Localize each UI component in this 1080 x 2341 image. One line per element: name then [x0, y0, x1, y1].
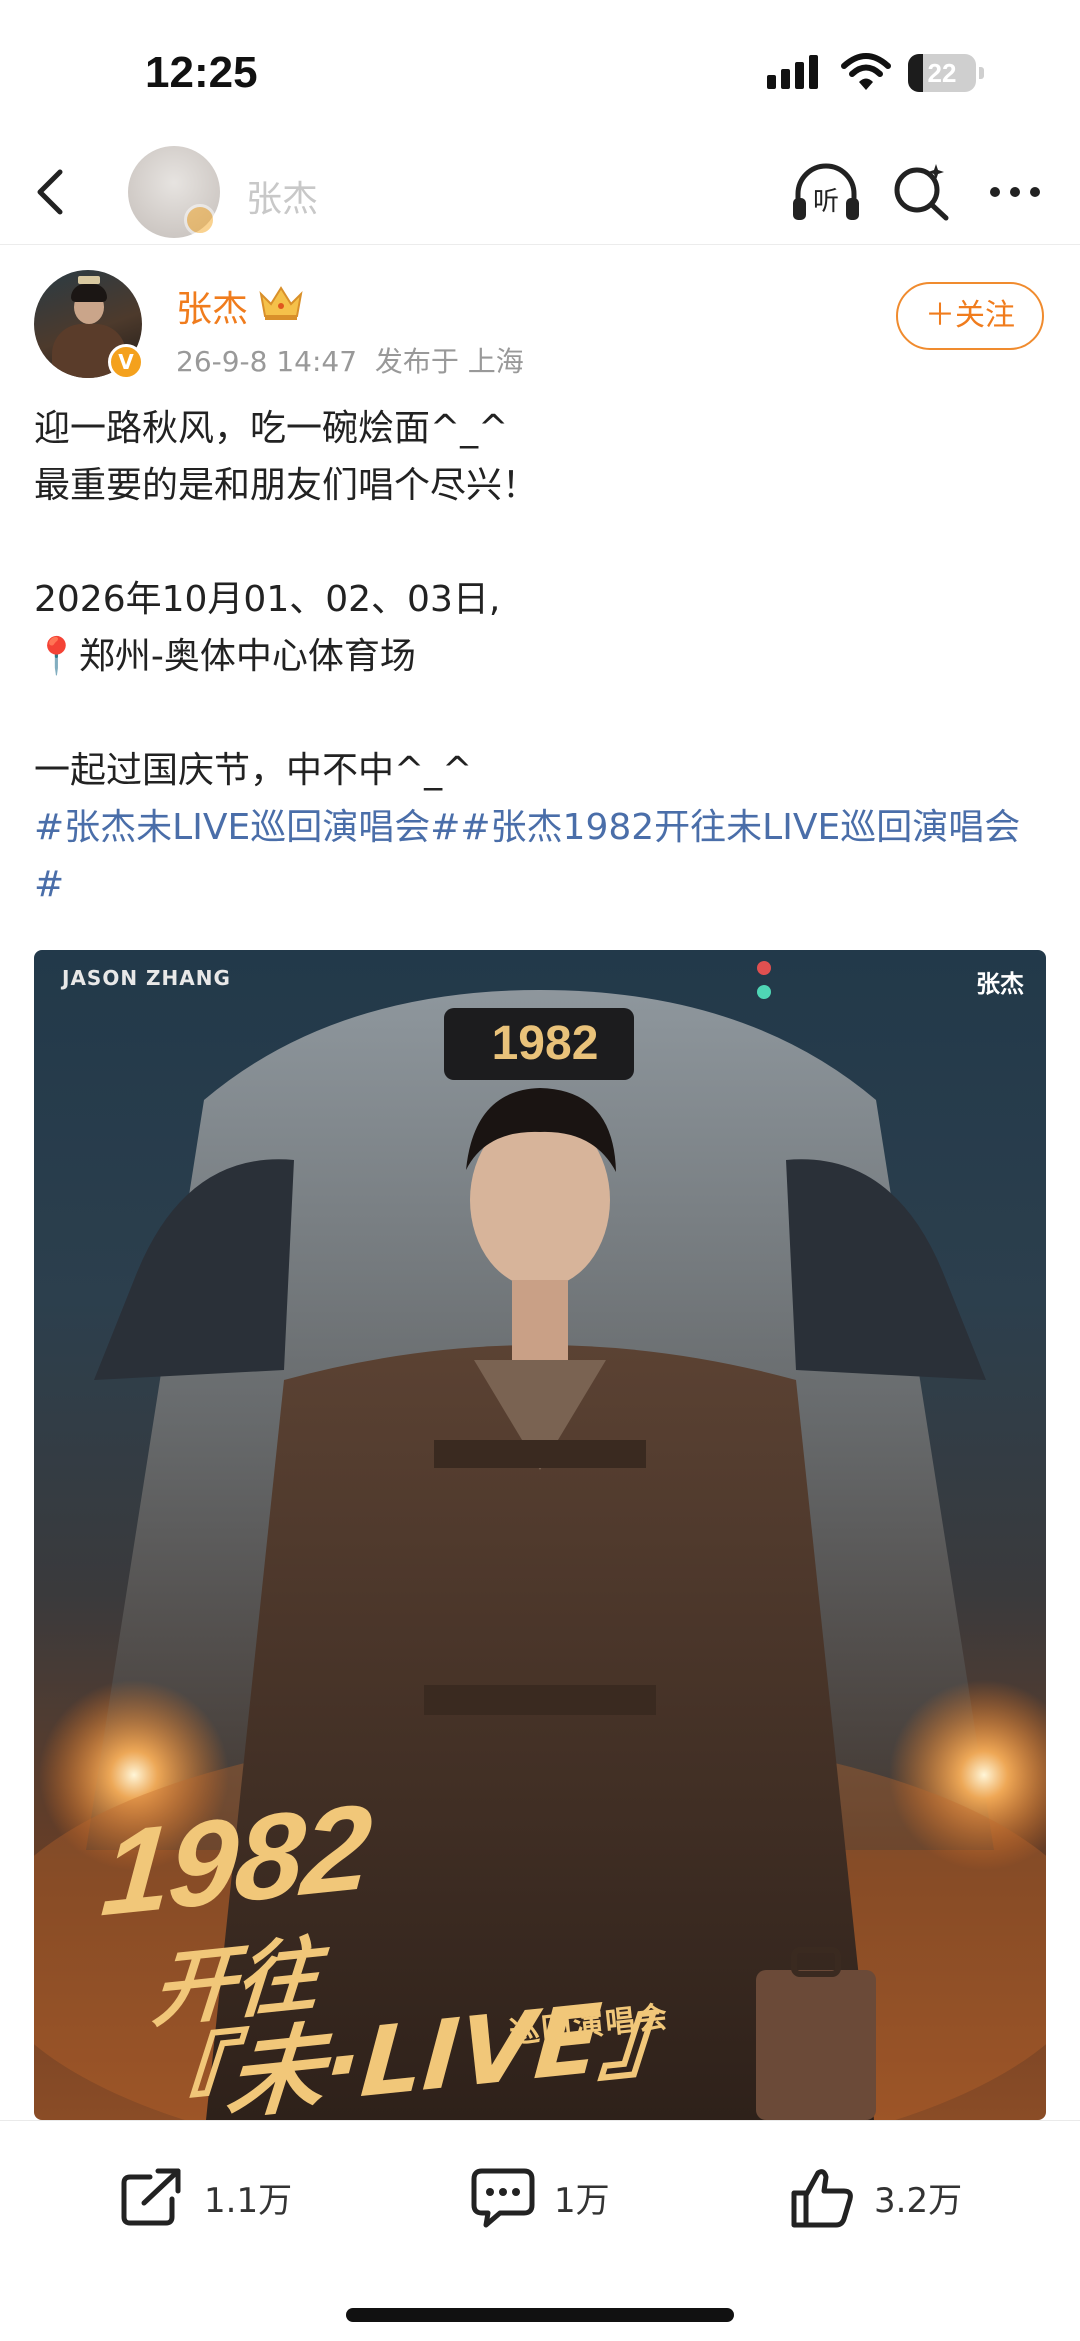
post-line: 最重要的是和朋友们唱个尽兴！: [34, 465, 539, 506]
thumbs-up-icon: [791, 2169, 853, 2228]
comment-count: 1万: [554, 2181, 610, 2221]
share-count: 1.1万: [204, 2181, 293, 2221]
status-bar: 12:25 22: [0, 0, 1080, 140]
top-nav-bar: 张杰 听: [0, 140, 1080, 245]
battery-body: 22: [908, 54, 976, 92]
post-hashtags[interactable]: #张杰未LIVE巡回演唱会##张杰1982开往未LIVE巡回演唱会#: [34, 799, 1046, 913]
battery-indicator: 22: [908, 54, 984, 92]
verified-badge: V: [108, 344, 144, 380]
post-body: 迎一路秋风，吃一碗烩面^_^ 最重要的是和朋友们唱个尽兴！ 2026年10月01…: [34, 400, 1046, 913]
status-time: 12:25: [145, 48, 258, 97]
like-count: 3.2万: [874, 2181, 963, 2221]
post-meta: 26-9-8 14:47 发布于 上海: [176, 345, 524, 378]
follow-button[interactable]: ＋关注: [896, 282, 1044, 350]
more-dots-icon[interactable]: [985, 172, 1045, 212]
nav-verified-badge: [184, 204, 216, 236]
share-icon: [121, 2168, 181, 2226]
cellular-signal-icon: [767, 55, 818, 89]
battery-percentage: 22: [927, 58, 957, 88]
search-sparkle-icon[interactable]: [892, 162, 952, 222]
poster-brand-en: JASON ZHANG: [62, 966, 231, 990]
headphones-listen-icon[interactable]: 听: [790, 162, 862, 224]
like-button[interactable]: 3.2万: [790, 2121, 990, 2271]
poster-brand-cn: 张杰: [976, 970, 1024, 998]
author-name[interactable]: 张杰: [176, 280, 248, 332]
comment-button[interactable]: 1万: [470, 2121, 650, 2271]
home-indicator[interactable]: [346, 2308, 734, 2322]
post-line: [34, 685, 1046, 742]
listen-label: 听: [813, 187, 839, 217]
wifi-icon: [841, 53, 891, 90]
nav-title[interactable]: 张杰: [246, 170, 318, 222]
poster-image[interactable]: JASON ZHANG 张杰 1982 1982 开往 『未·LIVE』 巡回演…: [34, 950, 1046, 2120]
share-button[interactable]: 1.1万: [120, 2121, 320, 2271]
post-line: [34, 514, 1046, 571]
post-line: 迎一路秋风，吃一碗烩面^_^: [34, 408, 509, 449]
post-line: 一起过国庆节，中不中^_^: [34, 750, 473, 791]
weibo-post-page: 12:25 22 张杰 听 V 张杰 26-9-8 14:47 发布于 上海 ＋…: [0, 0, 1080, 2341]
battery-tip: [979, 67, 984, 79]
post-line: 2026年10月01、02、03日,: [34, 579, 501, 620]
chevron-left-icon[interactable]: [22, 162, 82, 222]
poster-train-number: 1982: [491, 1017, 599, 1070]
bottom-action-bar: 1.1万 1万 3.2万: [0, 2120, 1080, 2270]
comment-icon: [471, 2168, 535, 2228]
crown-icon[interactable]: [256, 282, 306, 322]
post-line: 📍郑州-奥体中心体育场: [34, 636, 416, 677]
